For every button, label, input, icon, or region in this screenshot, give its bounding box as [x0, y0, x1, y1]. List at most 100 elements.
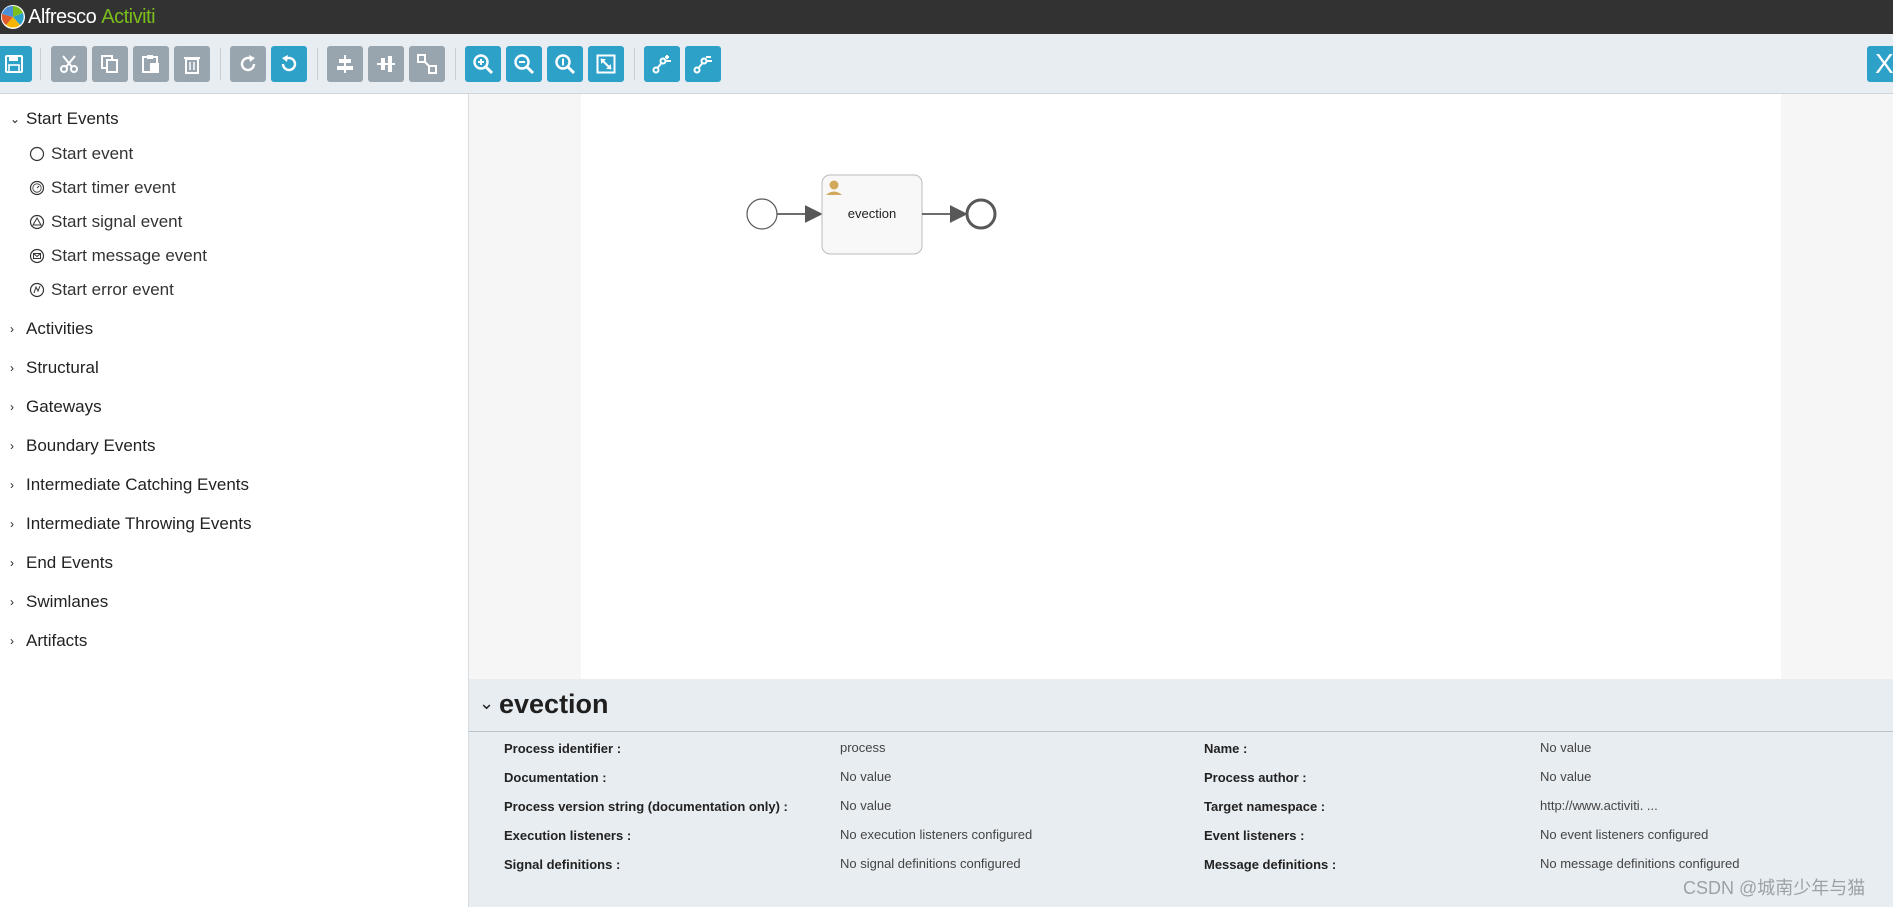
- palette-group-swimlanes[interactable]: › Swimlanes: [10, 592, 108, 612]
- prop-value-documentation[interactable]: No value: [840, 769, 891, 784]
- diagram-canvas[interactable]: evection: [581, 94, 1781, 679]
- app-title-activiti: Activiti: [101, 5, 156, 28]
- palette-item-start-signal-event[interactable]: Start signal event: [29, 212, 182, 232]
- toolbar-separator: [220, 48, 221, 80]
- delete-button[interactable]: [174, 46, 210, 82]
- properties-title: evection: [499, 689, 609, 719]
- prop-label-signal-definitions: Signal definitions :: [504, 857, 621, 872]
- palette-item-start-message-event[interactable]: Start message event: [29, 246, 207, 266]
- add-bendpoint-button[interactable]: [644, 46, 680, 82]
- chevron-right-icon: ›: [10, 439, 14, 453]
- palette-group-label: Structural: [26, 358, 99, 377]
- prop-value-process-version[interactable]: No value: [840, 798, 891, 813]
- zoom-fit-button[interactable]: [588, 46, 624, 82]
- add-bendpoint-icon: [652, 55, 671, 74]
- align-horizontal-button[interactable]: [327, 46, 363, 82]
- prop-value-signal-definitions[interactable]: No signal definitions configured: [840, 856, 1021, 871]
- palette-group-end-events[interactable]: › End Events: [10, 553, 113, 573]
- palette-group-gateways[interactable]: › Gateways: [10, 397, 102, 417]
- prop-value-target-namespace[interactable]: http://www.activiti. ...: [1540, 798, 1658, 813]
- palette-group-label: Boundary Events: [26, 436, 156, 455]
- zoom-out-button[interactable]: [506, 46, 542, 82]
- end-event-shape[interactable]: [965, 198, 997, 230]
- app-title-alfresco: Alfresco: [28, 5, 97, 28]
- start-event-shape[interactable]: [746, 198, 778, 230]
- palette-item-label: Start error event: [51, 280, 174, 299]
- chevron-right-icon: ›: [10, 322, 14, 336]
- prop-label-process-author: Process author :: [1204, 770, 1307, 785]
- same-size-button[interactable]: [409, 46, 445, 82]
- prop-label-process-version: Process version string (documentation on…: [504, 799, 788, 814]
- zoom-out-icon: [514, 54, 535, 75]
- shape-palette: ⌄ Start Events Start event Start timer e…: [0, 94, 469, 907]
- palette-group-intermediate-catching-events[interactable]: › Intermediate Catching Events: [10, 475, 249, 495]
- palette-item-label: Start event: [51, 144, 134, 163]
- chevron-right-icon: ›: [10, 556, 14, 570]
- chevron-down-icon: ⌄: [479, 693, 495, 713]
- process-diagram: [746, 174, 997, 255]
- prop-label-target-namespace: Target namespace :: [1204, 799, 1326, 814]
- paste-icon: [142, 55, 159, 73]
- properties-header[interactable]: ⌄ evection: [469, 679, 1893, 732]
- save-button[interactable]: [0, 46, 32, 82]
- chevron-right-icon: ›: [10, 400, 14, 414]
- palette-group-label: Artifacts: [26, 631, 88, 650]
- prop-label-execution-listeners: Execution listeners :: [504, 828, 632, 843]
- undo-button[interactable]: [271, 46, 307, 82]
- palette-item-start-error-event[interactable]: Start error event: [29, 280, 174, 300]
- prop-value-message-definitions[interactable]: No message definitions configured: [1540, 856, 1739, 871]
- palette-group-intermediate-throwing-events[interactable]: › Intermediate Throwing Events: [10, 514, 252, 534]
- prop-value-execution-listeners[interactable]: No execution listeners configured: [840, 827, 1032, 842]
- align-vertical-icon: [377, 56, 395, 72]
- palette-group-label: Activities: [26, 319, 94, 338]
- prop-value-event-listeners[interactable]: No event listeners configured: [1540, 827, 1708, 842]
- error-icon: [29, 282, 45, 298]
- palette-group-activities[interactable]: › Activities: [10, 319, 93, 339]
- app-logo: Alfresco Activiti: [0, 2, 156, 32]
- palette-group-structural[interactable]: › Structural: [10, 358, 99, 378]
- palette-item-label: Start signal event: [51, 212, 183, 231]
- toolbar-separator: [634, 48, 635, 80]
- cut-button[interactable]: [51, 46, 87, 82]
- chevron-down-icon: ⌄: [10, 112, 21, 126]
- prop-label-process-identifier: Process identifier :: [504, 741, 622, 756]
- palette-item-label: Start timer event: [51, 178, 176, 197]
- palette-item-start-event[interactable]: Start event: [29, 144, 133, 164]
- align-horizontal-icon: [337, 55, 353, 73]
- zoom-fit-icon: [596, 54, 616, 74]
- toolbar-separator: [455, 48, 456, 80]
- zoom-actual-button[interactable]: [547, 46, 583, 82]
- trash-icon: [184, 57, 200, 74]
- palette-item-start-timer-event[interactable]: Start timer event: [29, 178, 176, 198]
- message-icon: [29, 248, 45, 264]
- zoom-in-button[interactable]: [465, 46, 501, 82]
- prop-label-name: Name :: [1204, 741, 1248, 756]
- prop-value-process-identifier[interactable]: process: [840, 740, 886, 755]
- properties-panel: ⌄ evection Process identifier : process …: [469, 679, 1893, 907]
- close-button[interactable]: X: [1867, 46, 1893, 82]
- copy-button[interactable]: [92, 46, 128, 82]
- chevron-right-icon: ›: [10, 595, 14, 609]
- palette-group-artifacts[interactable]: › Artifacts: [10, 631, 87, 651]
- redo-icon: [240, 55, 256, 72]
- toolbar-separator: [40, 48, 41, 80]
- undo-icon: [281, 55, 297, 72]
- paste-button[interactable]: [133, 46, 169, 82]
- copy-icon: [101, 55, 118, 73]
- prop-label-event-listeners: Event listeners :: [1204, 828, 1305, 843]
- remove-bendpoint-button[interactable]: [685, 46, 721, 82]
- palette-group-boundary-events[interactable]: › Boundary Events: [10, 436, 155, 456]
- palette-group-label: Swimlanes: [26, 592, 109, 611]
- toolbar-separator: [317, 48, 318, 80]
- top-bar: Alfresco Activiti: [0, 0, 1893, 34]
- palette-group-label: Gateways: [26, 397, 102, 416]
- palette-group-label: Intermediate Throwing Events: [26, 514, 252, 533]
- redo-button[interactable]: [230, 46, 266, 82]
- editor-toolbar: X: [0, 34, 1893, 94]
- prop-value-name[interactable]: No value: [1540, 740, 1591, 755]
- save-icon: [5, 55, 23, 73]
- same-size-icon: [417, 54, 437, 74]
- palette-group-start-events[interactable]: ⌄ Start Events: [10, 109, 119, 129]
- align-vertical-button[interactable]: [368, 46, 404, 82]
- prop-value-process-author[interactable]: No value: [1540, 769, 1591, 784]
